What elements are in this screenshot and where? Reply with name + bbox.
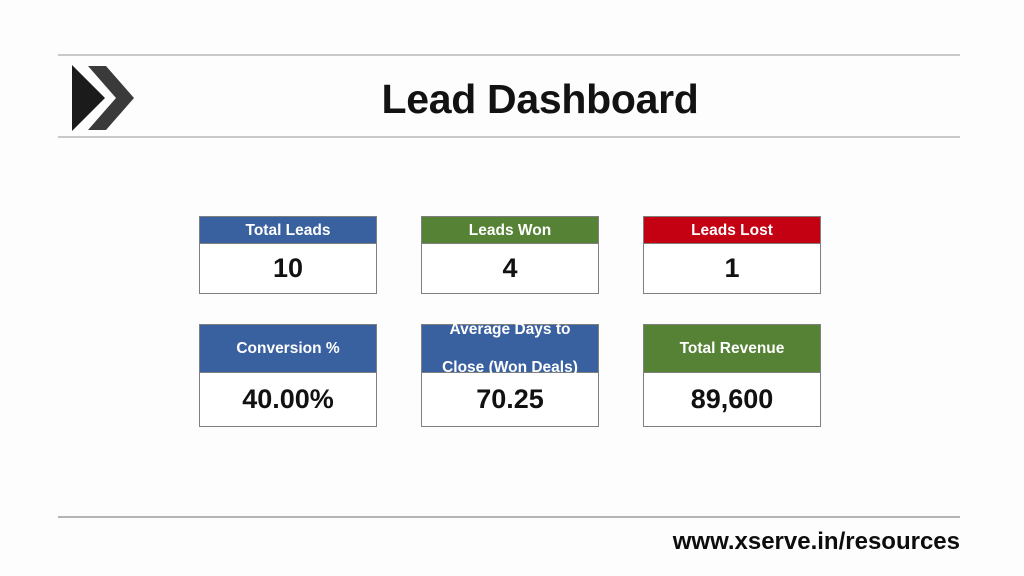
kpi-card-label: Total Leads — [245, 221, 331, 239]
kpi-card-value: 10 — [200, 244, 376, 292]
kpi-card-total-leads: Total Leads 10 — [199, 216, 377, 294]
kpi-card-leads-won: Leads Won 4 — [421, 216, 599, 294]
kpi-card-label-line2: Close (Won Deals) — [442, 359, 578, 376]
kpi-card-total-revenue: Total Revenue 89,600 — [643, 324, 821, 427]
kpi-card-average-days-to-close: Average Days to Close (Won Deals) 70.25 — [421, 321, 599, 427]
kpi-card-header: Total Revenue — [644, 325, 820, 373]
kpi-card-header: Average Days to Close (Won Deals) — [422, 321, 598, 376]
kpi-card-leads-lost: Leads Lost 1 — [643, 216, 821, 294]
kpi-card-value: 4 — [422, 244, 598, 292]
kpi-card-header: Conversion % — [200, 325, 376, 373]
kpi-card-conversion-percent: Conversion % 40.00% — [199, 324, 377, 427]
kpi-card-value: 89,600 — [644, 373, 820, 425]
kpi-card-label: Leads Lost — [691, 221, 773, 239]
kpi-card-header: Leads Won — [422, 217, 598, 244]
kpi-card-value: 1 — [644, 244, 820, 292]
kpi-card-header: Total Leads — [200, 217, 376, 244]
kpi-card-label-line1: Average Days to — [449, 321, 571, 338]
page-title: Lead Dashboard — [381, 76, 699, 122]
footer-url: www.xserve.in/resources — [672, 528, 960, 555]
footer-divider — [58, 516, 960, 518]
kpi-card-label: Leads Won — [468, 221, 552, 239]
kpi-card-label: Conversion % — [236, 340, 340, 357]
kpi-card-value: 70.25 — [422, 373, 598, 425]
slide-canvas: Lead Dashboard Total Leads 10 Leads Won … — [0, 0, 1024, 576]
xserve-play-x-logo-icon — [70, 63, 136, 133]
header-divider-bottom — [58, 136, 960, 138]
kpi-card-value: 40.00% — [200, 373, 376, 425]
kpi-card-header: Leads Lost — [644, 217, 820, 244]
kpi-card-label: Total Revenue — [679, 340, 785, 357]
header-divider-top — [58, 54, 960, 56]
